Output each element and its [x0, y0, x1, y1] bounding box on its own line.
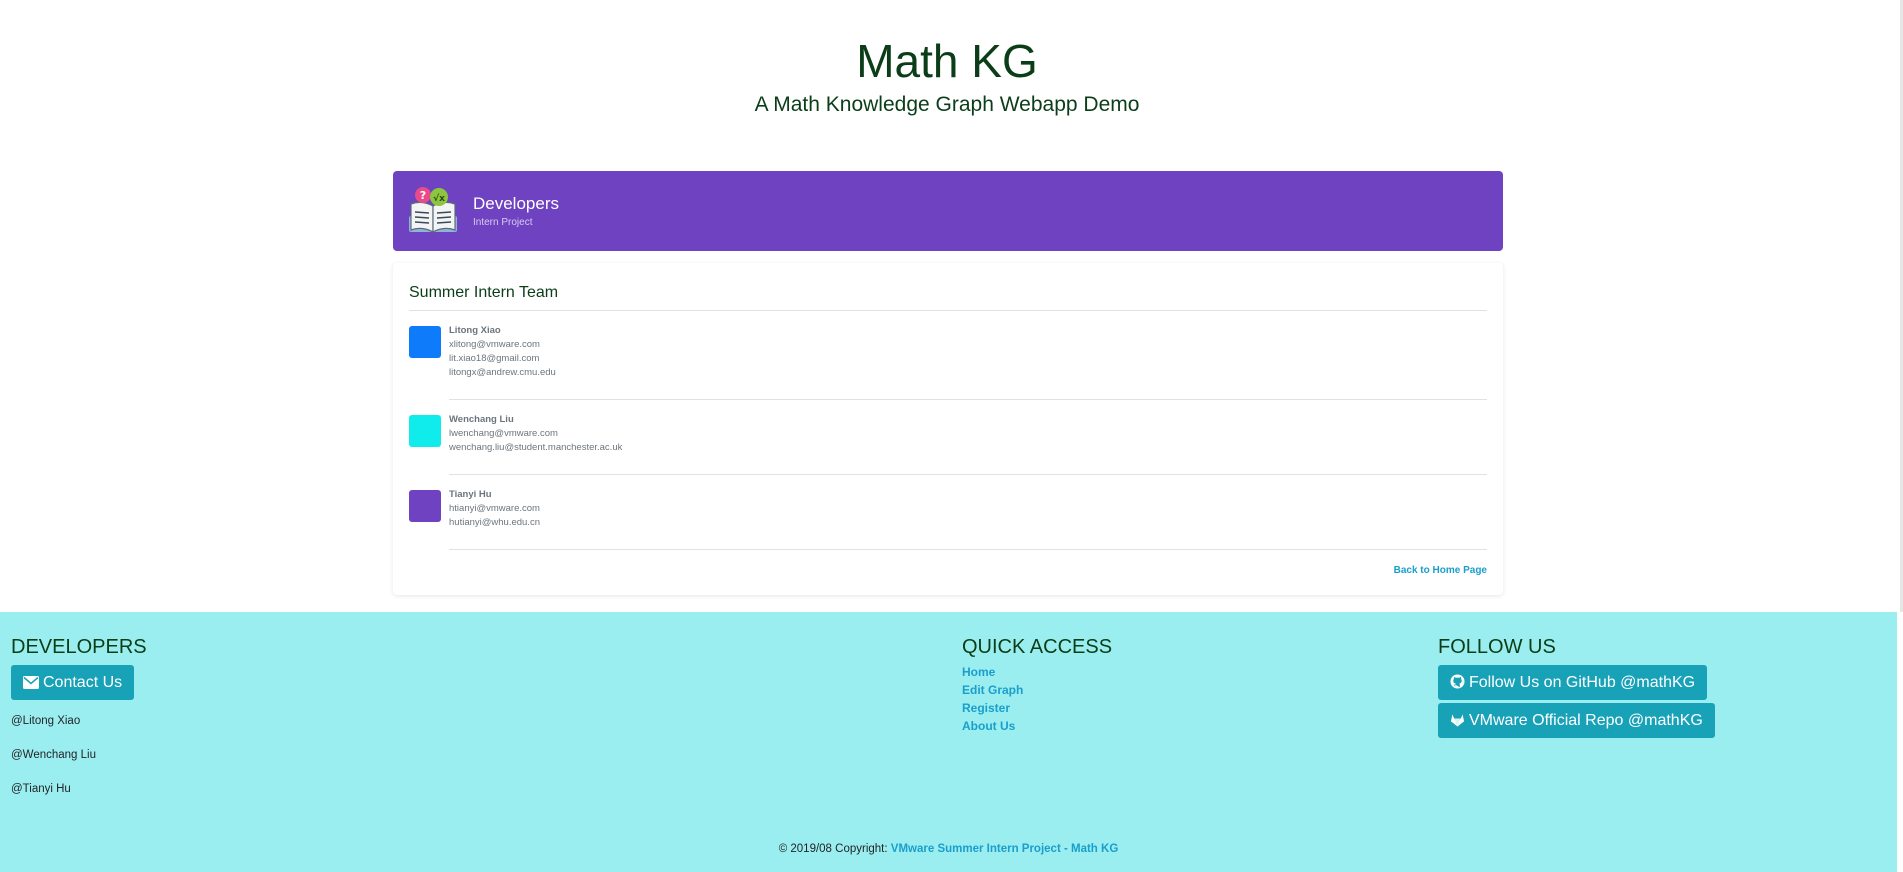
divider	[409, 310, 1487, 311]
banner-title: Developers	[473, 194, 559, 213]
member-info: Litong Xiao xlitong@vmware.com lit.xiao1…	[449, 324, 1487, 380]
developer-handle: @Litong Xiao	[11, 715, 81, 727]
copyright: © 2019/08 Copyright: VMware Summer Inter…	[0, 842, 1897, 856]
footer-quick-access: QUICK ACCESS Home Edit Graph Register Ab…	[962, 635, 1112, 735]
member-email: hutianyi@whu.edu.cn	[449, 517, 540, 528]
banner-subtitle: Intern Project	[473, 217, 533, 228]
developer-handle: @Tianyi Hu	[11, 783, 71, 795]
contact-us-label: Contact Us	[43, 674, 123, 691]
svg-text:√x: √x	[433, 193, 445, 204]
member-email: htianyi@vmware.com	[449, 503, 540, 514]
divider	[449, 399, 1487, 400]
footer-developers-heading: DEVELOPERS	[11, 636, 147, 658]
member-email: litongx@andrew.cmu.edu	[449, 367, 556, 378]
page-title: Math KG	[856, 35, 1038, 87]
copyright-text: © 2019/08 Copyright:	[778, 843, 888, 855]
member-info: Tianyi Hu htianyi@vmware.com hutianyi@wh…	[449, 488, 1487, 530]
github-follow-label: Follow Us on GitHub @mathKG	[1469, 674, 1696, 691]
envelope-icon	[23, 676, 39, 689]
math-book-icon: ? √x	[409, 187, 457, 234]
member-info: Wenchang Liu lwenchang@vmware.com wencha…	[449, 413, 1487, 455]
contact-us-button[interactable]: Contact Us	[11, 665, 135, 700]
github-follow-button[interactable]: Follow Us on GitHub @mathKG	[1438, 665, 1708, 700]
quick-link-home[interactable]: Home	[962, 663, 1112, 681]
divider	[449, 549, 1487, 550]
team-heading: Summer Intern Team	[409, 284, 559, 301]
member-email: lwenchang@vmware.com	[449, 428, 558, 439]
member-email: xlitong@vmware.com	[449, 339, 540, 350]
gitlab-icon	[1450, 714, 1465, 727]
member-name: Wenchang Liu	[449, 414, 514, 425]
quick-link-about-us[interactable]: About Us	[962, 717, 1112, 735]
member-avatar	[409, 326, 441, 358]
footer: DEVELOPERS Contact Us @Litong Xiao @Wenc…	[0, 612, 1897, 872]
footer-follow: FOLLOW US Follow Us on GitHub @mathKG VM…	[1438, 635, 1715, 738]
footer-follow-heading: FOLLOW US	[1438, 636, 1556, 658]
github-icon	[1450, 674, 1465, 689]
svg-text:?: ?	[420, 189, 426, 202]
footer-developers: DEVELOPERS Contact Us @Litong Xiao @Wenc…	[11, 635, 147, 816]
member-item: Tianyi Hu htianyi@vmware.com hutianyi@wh…	[409, 488, 1487, 550]
member-email: wenchang.liu@student.manchester.ac.uk	[449, 442, 623, 453]
quick-links: Home Edit Graph Register About Us	[962, 663, 1112, 735]
quick-link-register[interactable]: Register	[962, 699, 1112, 717]
member-name: Tianyi Hu	[449, 489, 492, 500]
page: Math KG A Math Knowledge Graph Webapp De…	[0, 0, 1903, 872]
team-card: Summer Intern Team Litong Xiao xlitong@v…	[393, 263, 1503, 595]
footer-quick-access-heading: QUICK ACCESS	[962, 636, 1113, 658]
gitlab-repo-label: VMware Official Repo @mathKG	[1469, 712, 1703, 729]
back-to-home-link[interactable]: Back to Home Page	[1394, 565, 1487, 576]
developers-banner: ? √x Developers Intern Project	[393, 171, 1503, 251]
page-header: Math KG A Math Knowledge Graph Webapp De…	[0, 36, 1894, 118]
gitlab-repo-button[interactable]: VMware Official Repo @mathKG	[1438, 703, 1715, 738]
member-email: lit.xiao18@gmail.com	[449, 353, 540, 364]
copyright-link[interactable]: VMware Summer Intern Project - Math KG	[891, 843, 1119, 855]
developer-handle: @Wenchang Liu	[11, 749, 96, 761]
divider	[449, 474, 1487, 475]
developer-list: @Litong Xiao @Wenchang Liu @Tianyi Hu	[11, 714, 147, 796]
member-name: Litong Xiao	[449, 325, 501, 336]
quick-link-edit-graph[interactable]: Edit Graph	[962, 681, 1112, 699]
member-avatar	[409, 490, 441, 522]
member-item: Wenchang Liu lwenchang@vmware.com wencha…	[409, 413, 1487, 475]
member-item: Litong Xiao xlitong@vmware.com lit.xiao1…	[409, 324, 1487, 400]
page-subtitle: A Math Knowledge Graph Webapp Demo	[754, 93, 1140, 116]
member-avatar	[409, 415, 441, 447]
